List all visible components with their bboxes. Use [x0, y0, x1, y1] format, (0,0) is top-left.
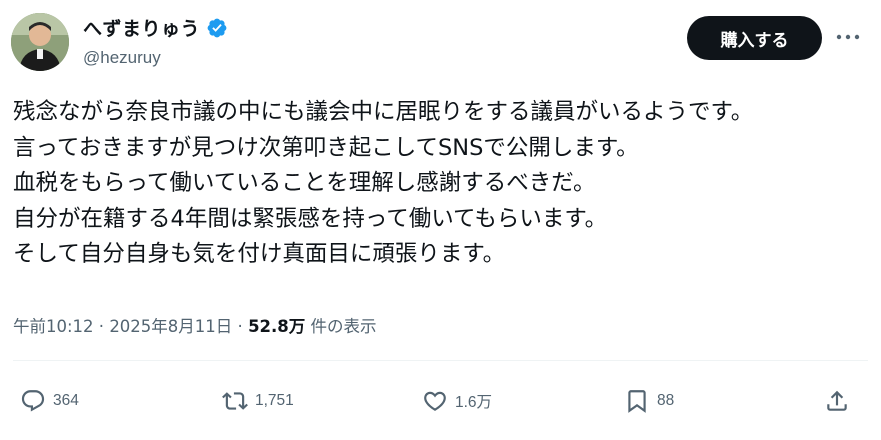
- avatar-image: [11, 13, 69, 71]
- meta-separator: ·: [93, 317, 110, 336]
- verified-badge-icon: [206, 17, 228, 39]
- tweet-line: 残念ながら奈良市議の中にも議会中に居眠りをする議員がいるようです。: [13, 99, 754, 125]
- more-icon[interactable]: [834, 26, 862, 48]
- divider: [13, 360, 868, 361]
- buy-button[interactable]: 購入する: [687, 16, 822, 60]
- meta-separator: ·: [232, 317, 249, 336]
- like-button[interactable]: 1.6万: [422, 388, 492, 414]
- bookmark-count: 88: [657, 392, 675, 409]
- tweet-line: 血税をもらって働いていることを理解し感謝するべきだ。: [13, 170, 596, 196]
- repost-icon: [222, 392, 248, 410]
- reply-button[interactable]: 364: [20, 388, 79, 414]
- heart-icon: [424, 391, 446, 411]
- bookmark-icon: [628, 390, 646, 413]
- like-count: 1.6万: [455, 394, 493, 411]
- reply-icon: [21, 390, 45, 412]
- tweet-meta: 午前10:12 · 2025年8月11日 · 52.8万 件の表示: [13, 313, 377, 337]
- repost-count: 1,751: [255, 392, 294, 409]
- repost-button[interactable]: 1,751: [222, 388, 294, 414]
- tweet-date[interactable]: 2025年8月11日: [109, 317, 232, 336]
- bookmark-button[interactable]: 88: [624, 388, 674, 414]
- tweet-line: 自分が在籍する4年間は緊張感を持って働いてもらいます。: [13, 205, 608, 232]
- tweet-time[interactable]: 午前10:12: [13, 317, 94, 336]
- tweet-line: そして自分自身も気を付け真面目に頑張ります。: [13, 241, 506, 267]
- handle[interactable]: @hezuruy: [83, 48, 161, 68]
- author-name-row: へずまりゅう: [83, 14, 228, 41]
- views-count: 52.8万: [248, 317, 306, 336]
- tweet-text: 残念ながら奈良市議の中にも議会中に居眠りをする議員がいるようです。 言っておきま…: [13, 95, 873, 273]
- reply-count: 364: [53, 392, 79, 409]
- share-icon: [827, 390, 847, 411]
- share-button[interactable]: [824, 388, 850, 414]
- avatar[interactable]: [11, 13, 69, 71]
- display-name[interactable]: へずまりゅう: [83, 14, 200, 41]
- tweet-line: 言っておきますが見つけ次第叩き起こしてSNSで公開します。: [13, 134, 639, 161]
- views-label: 件の表示: [305, 317, 377, 336]
